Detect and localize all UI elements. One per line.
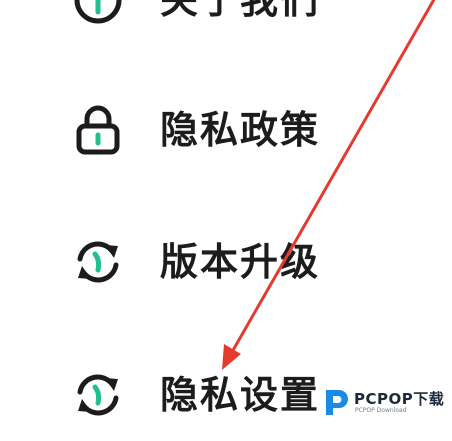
menu-item-label: 隐私政策: [160, 108, 321, 152]
pcpop-logo-icon: [320, 386, 352, 418]
menu-item-label: 版本升级: [160, 240, 321, 284]
menu-item-privacy-policy[interactable]: 隐私政策: [0, 80, 452, 176]
watermark-subtext: PCPOP Download: [355, 407, 407, 414]
menu-item-label: 隐私设置: [160, 373, 321, 417]
menu-item-about-us[interactable]: 关于我们: [0, 0, 452, 48]
menu-item-label: 关于我们: [160, 0, 321, 22]
watermark-text: PCPOP下载: [354, 390, 445, 408]
menu-item-version-upgrade[interactable]: 版本升级: [0, 212, 452, 308]
refresh-icon: [68, 365, 128, 425]
refresh-icon: [68, 232, 128, 292]
watermark: PCPOP下载 PCPOP Download: [318, 384, 450, 420]
info-icon: [68, 0, 128, 30]
lock-icon: [68, 100, 128, 160]
